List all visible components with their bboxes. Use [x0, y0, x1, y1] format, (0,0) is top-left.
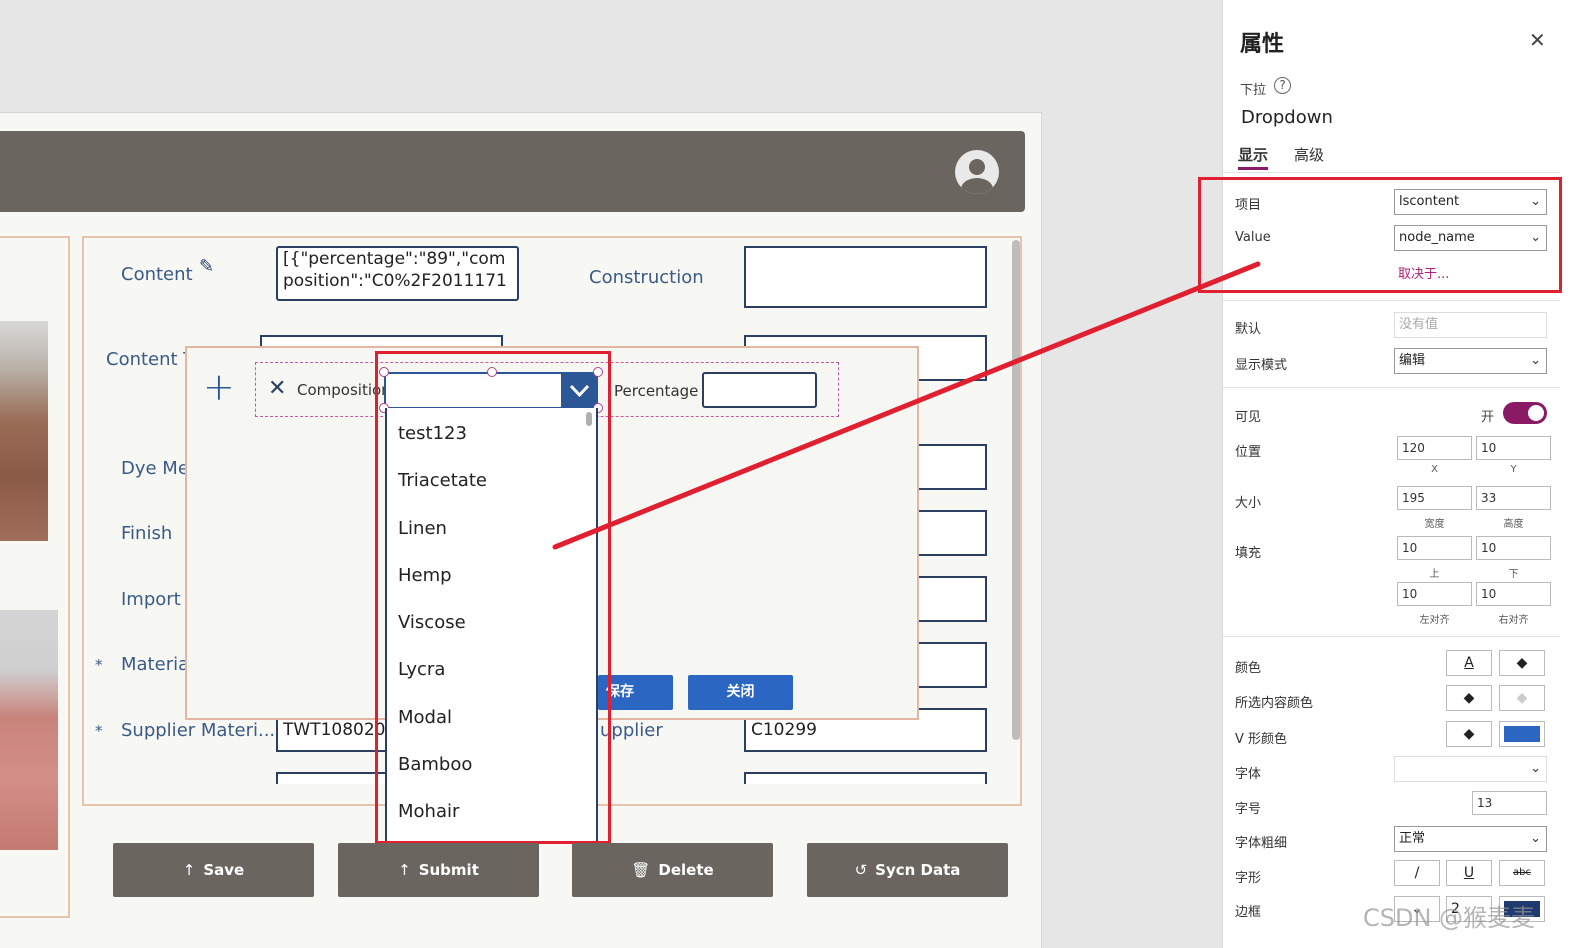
annotation-arrow-line [552, 261, 1261, 550]
watermark-text: CSDN @猴麦麦 [1363, 904, 1536, 932]
